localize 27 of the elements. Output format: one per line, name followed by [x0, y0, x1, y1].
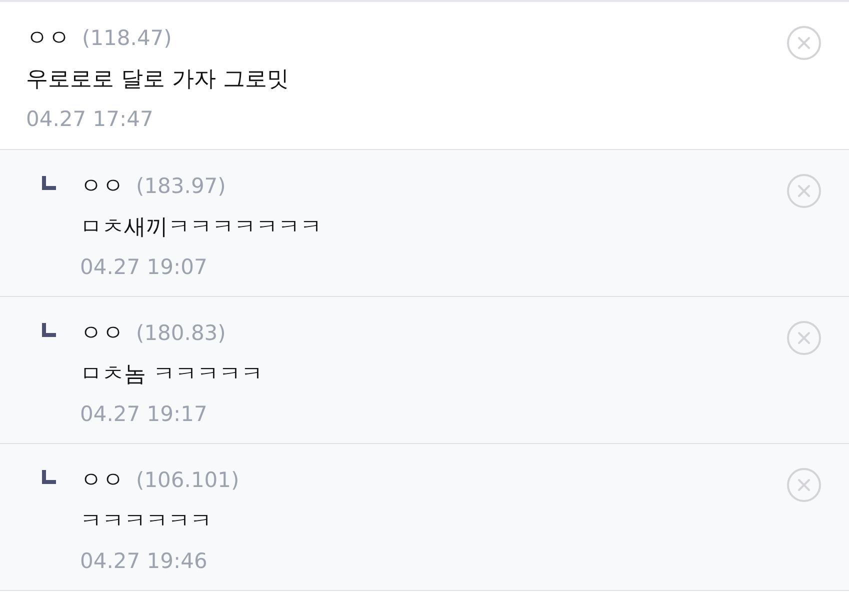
timestamp: 04.27 19:07 [80, 254, 208, 281]
close-button[interactable] [787, 174, 821, 208]
timestamp: 04.27 19:46 [80, 548, 208, 575]
ip-address: (118.47) [82, 25, 172, 52]
close-icon [797, 184, 811, 198]
comment-text: ㅁㅊ새끼ㅋㅋㅋㅋㅋㅋㅋ [80, 214, 323, 242]
comment-text: ㅁㅊ놈 ㅋㅋㅋㅋㅋ [80, 361, 264, 389]
author-name: ㅇㅇ [80, 467, 124, 495]
reply-corner-icon [42, 323, 56, 337]
author-name: ㅇㅇ [80, 320, 124, 348]
ip-address: (183.97) [136, 173, 226, 200]
ip-address: (106.101) [136, 467, 240, 494]
close-icon [797, 36, 811, 50]
author-name: ㅇㅇ [80, 173, 124, 201]
ip-address: (180.83) [136, 320, 226, 347]
close-button[interactable] [787, 26, 821, 60]
timestamp: 04.27 19:17 [80, 401, 208, 428]
close-button[interactable] [787, 321, 821, 355]
author-name: ㅇㅇ [26, 25, 70, 53]
close-icon [797, 478, 811, 492]
comment-text: 우로로로 달로 가자 그로밋 [26, 66, 290, 94]
timestamp: 04.27 17:47 [26, 106, 154, 133]
reply-corner-icon [42, 470, 56, 484]
close-icon [797, 331, 811, 345]
comment-text: ㅋㅋㅋㅋㅋㅋ [80, 508, 213, 536]
close-button[interactable] [787, 468, 821, 502]
reply-corner-icon [42, 176, 56, 190]
